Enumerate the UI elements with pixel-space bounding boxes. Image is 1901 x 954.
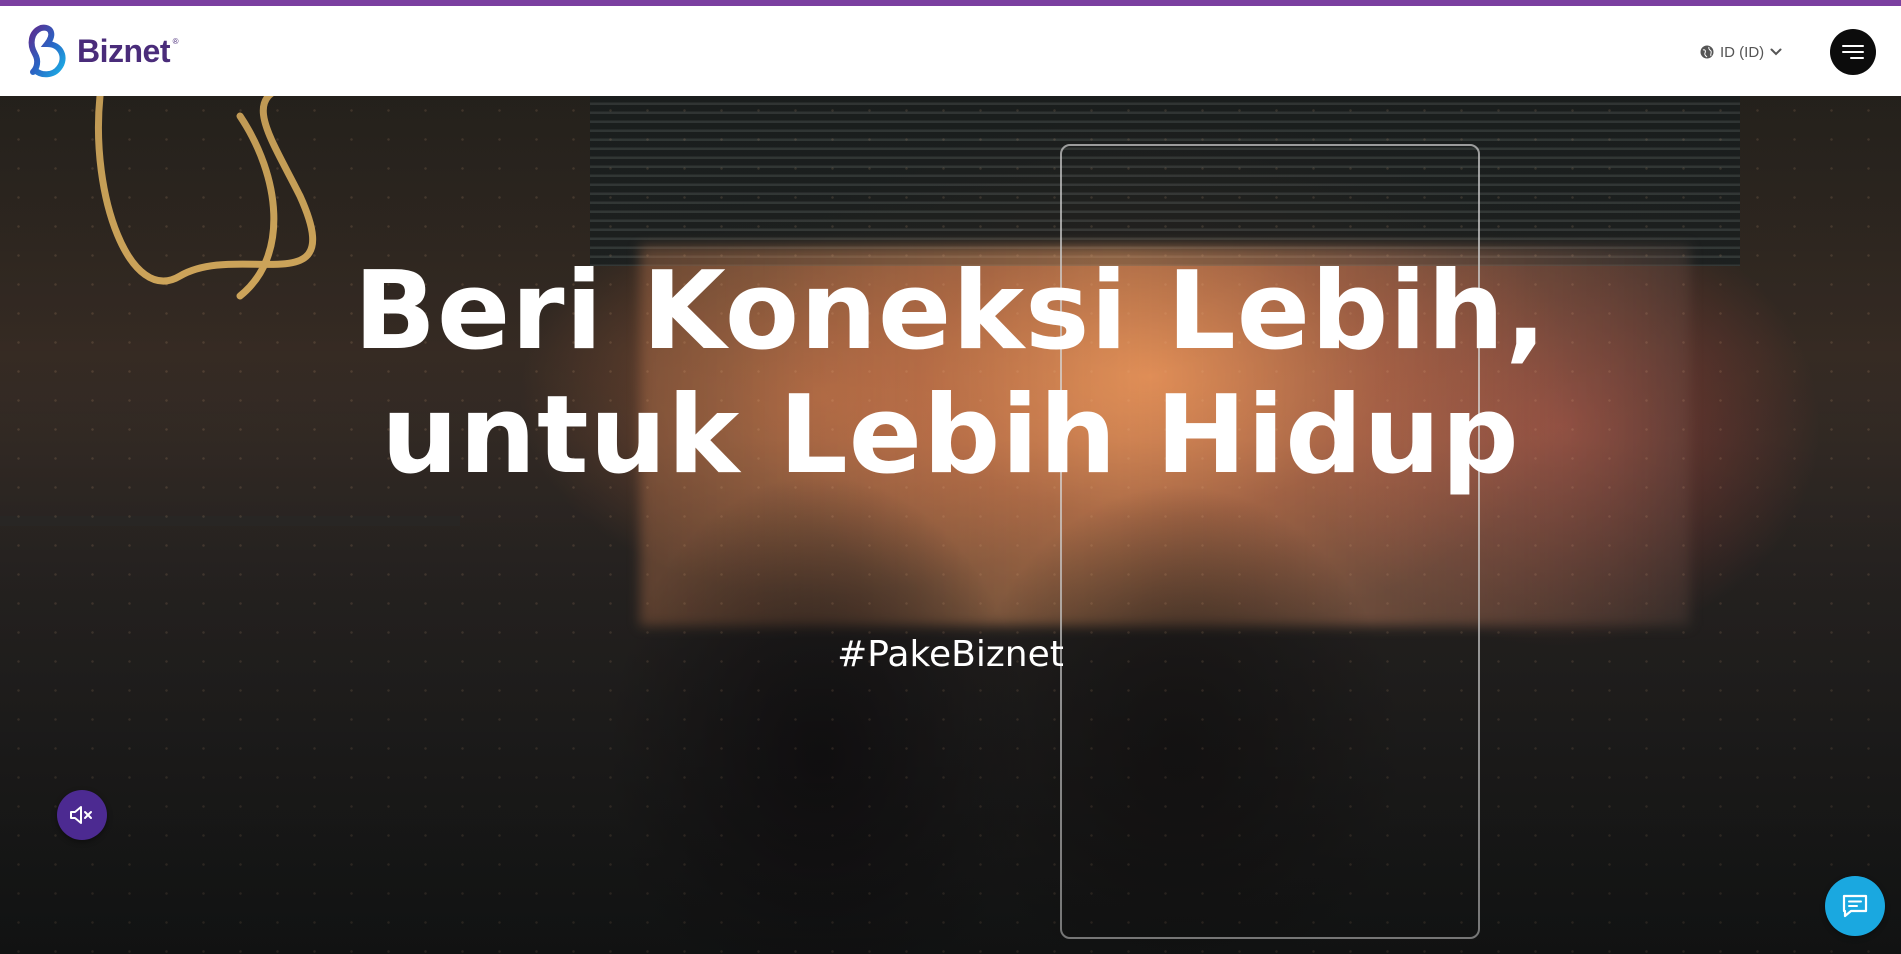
registered-mark: ® [172,36,179,46]
hero-video-banner [0,96,1901,954]
biznet-b-logo-icon [28,24,66,78]
hero-title-line-2: untuk Lebih Hidup [381,373,1520,498]
chat-button[interactable] [1825,876,1885,936]
language-label: ID (ID) [1720,43,1765,61]
mute-toggle-button[interactable] [57,790,107,840]
speaker-muted-icon [70,806,92,824]
language-selector[interactable]: ID (ID) [1700,41,1782,63]
chevron-down-icon [1770,48,1782,56]
site-header: Biznet ® ID (ID) [0,6,1901,96]
sparkle-overlay [0,96,1901,954]
brand-name: Biznet ® [77,32,179,69]
chat-bubble-icon [1842,894,1868,918]
hamburger-menu-icon [1842,45,1864,59]
globe-icon [1700,45,1714,59]
biznet-logo[interactable]: Biznet ® [27,24,179,78]
menu-button[interactable] [1830,29,1876,75]
hero-title-line-1: Beri Koneksi Lebih, [353,249,1548,374]
hero-title: Beri Koneksi Lebih, untuk Lebih Hidup [0,250,1901,498]
hero-tagline: #PakeBiznet [837,634,1064,675]
